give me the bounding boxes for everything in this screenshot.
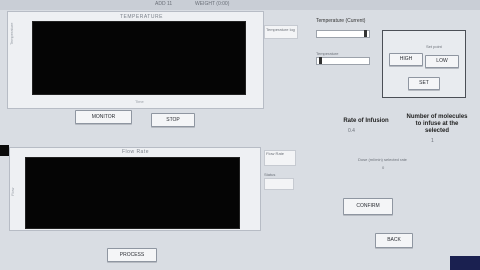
flow-status-box	[264, 178, 294, 190]
taskbar-corner	[450, 256, 480, 270]
slider-thumb-icon-2[interactable]	[319, 57, 322, 64]
back-button[interactable]: BACK	[375, 233, 413, 248]
dark-corner	[0, 145, 9, 156]
monitor-button[interactable]: MONITOR	[75, 110, 132, 124]
flow-y-label: Flow	[10, 187, 15, 196]
temperature-side-label: Temperature log	[266, 27, 295, 32]
stop-button[interactable]: STOP	[151, 113, 195, 127]
rate-of-infusion-label: Rate of Infusion	[343, 118, 389, 124]
temperature-current-title: Temperature (Current)	[316, 18, 366, 24]
flow-graph-title: Flow Rate	[122, 149, 150, 155]
confirm-button[interactable]: CONFIRM	[343, 198, 393, 215]
set-button[interactable]: SET	[408, 77, 440, 90]
header-left-text: ADD 11	[155, 1, 173, 7]
high-button[interactable]: HIGH	[389, 53, 423, 66]
slider-thumb-icon[interactable]	[364, 30, 367, 37]
temperature-subtitle: Temperature	[316, 51, 339, 56]
dose-note-label: Dose (ml/min) selected rate	[358, 157, 407, 162]
temperature-slider-top[interactable]	[316, 30, 370, 38]
top-bar	[0, 0, 480, 10]
control-box-label: Set point	[426, 44, 442, 49]
dose-note-value: 0	[382, 165, 385, 170]
temperature-graph-title: TEMPERATURE	[120, 14, 163, 20]
temperature-y-label: Temperature	[9, 22, 14, 45]
low-button[interactable]: LOW	[425, 55, 459, 68]
temperature-graph-screen	[32, 21, 246, 95]
molecules-value: 1	[431, 138, 434, 144]
header-right-text: WEIGHT (0:00)	[195, 1, 230, 7]
flow-side-label: Flow Rate	[266, 151, 285, 156]
rate-of-infusion-value: 0.4	[348, 128, 355, 134]
flow-graph-screen	[25, 157, 240, 229]
process-button[interactable]: PROCESS	[107, 248, 157, 262]
temperature-x-label: Time	[135, 99, 144, 104]
molecules-label: Number of molecules to infuse at the sel…	[406, 114, 468, 134]
flow-status-label: Status	[264, 172, 276, 177]
temperature-slider-bottom[interactable]	[316, 57, 370, 65]
